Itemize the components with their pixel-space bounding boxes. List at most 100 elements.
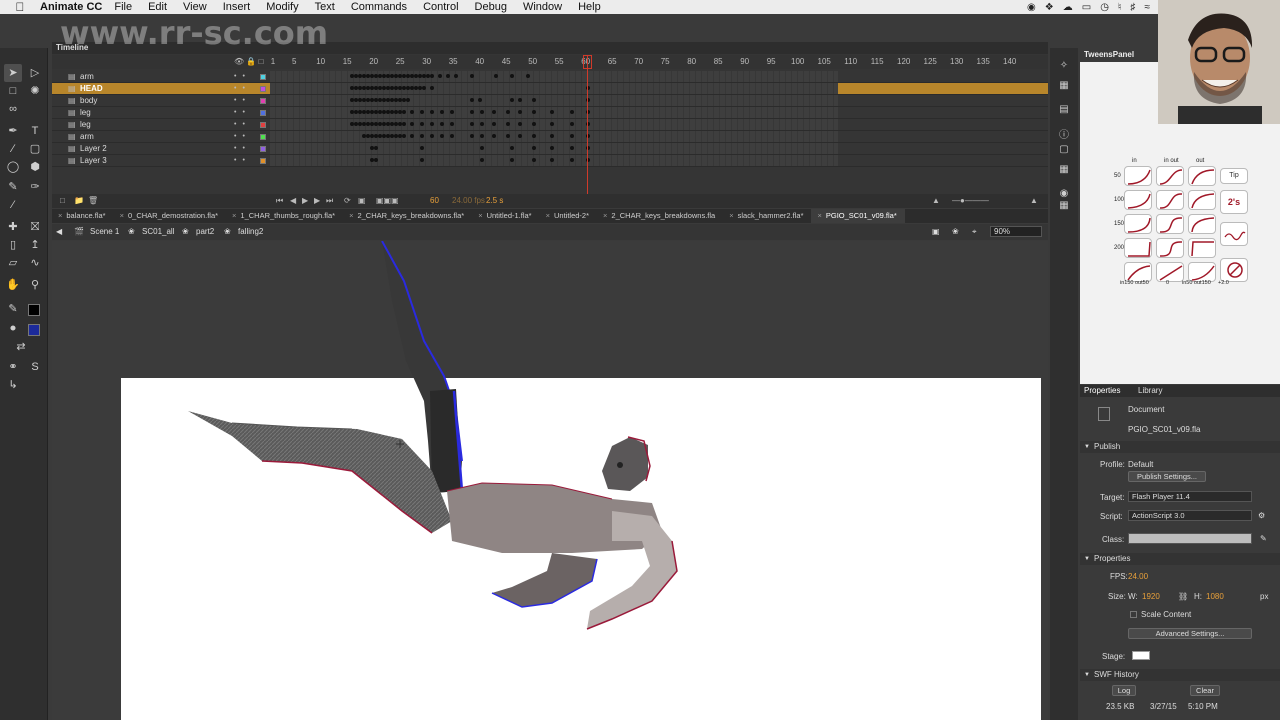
apple-icon[interactable]:  bbox=[12, 0, 28, 14]
free-transform-tool-icon[interactable]: □ bbox=[4, 82, 22, 100]
keyframe[interactable] bbox=[470, 74, 474, 78]
keyframe[interactable] bbox=[510, 98, 514, 102]
keyframe[interactable] bbox=[402, 134, 406, 138]
tween-curve-button[interactable] bbox=[1156, 166, 1184, 186]
keyframe[interactable] bbox=[470, 98, 474, 102]
display-icon[interactable]: ▭ bbox=[1082, 2, 1091, 13]
keyframe[interactable] bbox=[402, 110, 406, 114]
keyframe[interactable] bbox=[506, 134, 510, 138]
breadcrumb-sc01[interactable]: SC01_all bbox=[142, 227, 174, 236]
keyframe[interactable] bbox=[532, 158, 536, 162]
keyframe[interactable] bbox=[430, 134, 434, 138]
document-tab[interactable]: × Untitled-1.fla* bbox=[472, 209, 539, 223]
loop-icon[interactable]: ⟳ bbox=[344, 196, 351, 205]
keyframe[interactable] bbox=[422, 86, 426, 90]
align-icon[interactable]: ▦ bbox=[1058, 80, 1070, 92]
menu-window[interactable]: Window bbox=[523, 1, 562, 13]
center-stage-icon[interactable]: ⌖ bbox=[972, 227, 977, 237]
keyframe[interactable] bbox=[430, 110, 434, 114]
wifi-icon[interactable]: ≈ bbox=[1145, 2, 1151, 13]
keyframe[interactable] bbox=[446, 74, 450, 78]
rectangle-tool-icon[interactable]: ▢ bbox=[26, 140, 44, 158]
keyframe[interactable] bbox=[518, 134, 522, 138]
edit-class-icon[interactable]: ✎ bbox=[1260, 534, 1267, 543]
fps-value[interactable]: 24.00 bbox=[1128, 572, 1148, 581]
tween-curve-button[interactable] bbox=[1156, 214, 1184, 234]
dropbox-icon[interactable]: ❖ bbox=[1045, 2, 1054, 13]
wave-tween-button[interactable] bbox=[1220, 222, 1248, 246]
keyframe[interactable] bbox=[410, 122, 414, 126]
document-tab[interactable]: × 0_CHAR_demostration.fla* bbox=[114, 209, 226, 223]
keyframe[interactable] bbox=[570, 146, 574, 150]
zoom-in-timeline-icon[interactable]: ▲ bbox=[1030, 196, 1038, 205]
keyframe[interactable] bbox=[506, 122, 510, 126]
keyframe[interactable] bbox=[532, 110, 536, 114]
polystar-tool-icon[interactable]: ⬢ bbox=[26, 158, 44, 176]
keyframe[interactable] bbox=[510, 146, 514, 150]
layer-frames[interactable] bbox=[270, 119, 838, 130]
keyframe[interactable] bbox=[480, 122, 484, 126]
breadcrumb-falling2[interactable]: falling2 bbox=[238, 227, 263, 236]
stage-color-swatch[interactable] bbox=[1132, 651, 1150, 660]
keyframe[interactable] bbox=[430, 86, 434, 90]
zoom-out-timeline-icon[interactable]: ▲ bbox=[932, 196, 940, 205]
center-frame-icon[interactable]: ▣ bbox=[358, 196, 366, 205]
show-hide-all-icon[interactable]: 👁 🔒 □ bbox=[234, 57, 263, 66]
breadcrumb-part2[interactable]: part2 bbox=[196, 227, 214, 236]
document-tab[interactable]: × 1_CHAR_thumbs_rough.fla* bbox=[226, 209, 343, 223]
transform-icon[interactable]: ▢ bbox=[1058, 144, 1070, 156]
timeline-layer[interactable]: ▤ arm •• bbox=[52, 71, 1048, 83]
timeline-layer[interactable]: ▤ Layer 3 •• bbox=[52, 155, 1048, 167]
timemachine-icon[interactable]: ◷ bbox=[1100, 2, 1109, 13]
stroke-color-swatch[interactable] bbox=[28, 304, 40, 316]
playhead-handle[interactable] bbox=[583, 55, 592, 69]
timeline-layer[interactable]: ▤ HEAD •• bbox=[52, 83, 1048, 95]
layer-outline-color[interactable] bbox=[260, 134, 266, 140]
keyframe[interactable] bbox=[470, 110, 474, 114]
menu-help[interactable]: Help bbox=[578, 1, 601, 13]
record-icon[interactable]: ◉ bbox=[1027, 2, 1036, 13]
tween-curve-button[interactable] bbox=[1124, 190, 1152, 210]
tween-curve-button[interactable] bbox=[1188, 238, 1216, 258]
layer-frames[interactable] bbox=[270, 143, 838, 154]
timeline-layer[interactable]: ▤ arm •• bbox=[52, 131, 1048, 143]
layer-frames[interactable] bbox=[270, 107, 838, 118]
volume-icon[interactable]: ♮ bbox=[1118, 2, 1122, 13]
tween-curve-button[interactable] bbox=[1124, 238, 1152, 258]
keyframe[interactable] bbox=[480, 146, 484, 150]
close-tab-icon[interactable]: × bbox=[729, 211, 733, 220]
keyframe[interactable] bbox=[374, 146, 378, 150]
snap-to-objects-icon[interactable]: ⚭ bbox=[4, 358, 22, 376]
menu-modify[interactable]: Modify bbox=[266, 1, 298, 13]
close-tab-icon[interactable]: × bbox=[603, 211, 607, 220]
keyframe[interactable] bbox=[478, 98, 482, 102]
tip-button[interactable]: Tip bbox=[1220, 168, 1248, 184]
menu-commands[interactable]: Commands bbox=[351, 1, 407, 13]
tween-curve-button[interactable] bbox=[1156, 238, 1184, 258]
current-frame[interactable]: 60 bbox=[430, 196, 439, 205]
menu-text[interactable]: Text bbox=[315, 1, 335, 13]
color-icon[interactable]: ◉ bbox=[1058, 188, 1070, 200]
keyframe[interactable] bbox=[438, 74, 442, 78]
keyframe[interactable] bbox=[510, 74, 514, 78]
layer-frames[interactable] bbox=[270, 95, 838, 106]
tween-curve-button[interactable] bbox=[1124, 262, 1152, 282]
prev-frame-icon[interactable]: ◀ bbox=[290, 196, 296, 205]
keyframe[interactable] bbox=[518, 110, 522, 114]
height-value[interactable]: 1080 bbox=[1206, 592, 1224, 601]
lasso-tool-icon[interactable]: ∞ bbox=[4, 100, 22, 118]
menu-file[interactable]: File bbox=[114, 1, 132, 13]
keyframe[interactable] bbox=[410, 110, 414, 114]
keyframe[interactable] bbox=[420, 134, 424, 138]
layer-visibility-lock-toggles[interactable]: •• bbox=[234, 71, 251, 83]
straighten-icon[interactable]: ↳ bbox=[4, 376, 22, 394]
keyframe[interactable] bbox=[570, 122, 574, 126]
keyframe[interactable] bbox=[532, 134, 536, 138]
keyframe[interactable] bbox=[570, 134, 574, 138]
close-tab-icon[interactable]: × bbox=[478, 211, 482, 220]
publish-section-header[interactable]: Publish bbox=[1080, 441, 1280, 453]
keyframe[interactable] bbox=[480, 134, 484, 138]
keyframe[interactable] bbox=[430, 122, 434, 126]
swap-colors-icon[interactable]: ⇄ bbox=[12, 338, 30, 356]
keyframe[interactable] bbox=[420, 146, 424, 150]
